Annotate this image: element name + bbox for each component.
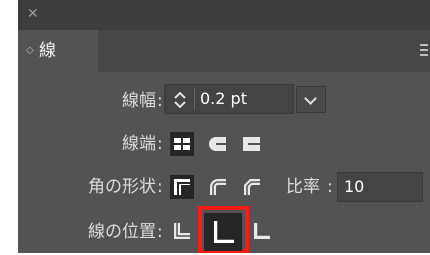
hamburger-menu-icon[interactable] xyxy=(420,44,428,56)
panel-tab-row: ◇ 線 xyxy=(18,30,430,72)
miter-join-icon[interactable] xyxy=(170,175,194,199)
cap-colon: : xyxy=(157,134,163,154)
chevron-down-icon xyxy=(304,92,317,105)
weight-field[interactable]: 0.2 pt xyxy=(164,84,294,114)
bevel-join-icon[interactable] xyxy=(240,175,264,199)
stepper-arrows-icon[interactable] xyxy=(172,89,188,111)
miter-limit-label: 比率 xyxy=(286,177,320,197)
weight-label: 線幅 xyxy=(122,91,156,111)
align-outside-icon[interactable] xyxy=(250,219,274,243)
weight-dropdown-button[interactable] xyxy=(296,86,326,113)
align-center-icon[interactable] xyxy=(170,219,194,243)
round-cap-icon[interactable] xyxy=(206,132,230,156)
miter-limit-field[interactable]: 10 xyxy=(337,172,423,202)
panel-titlebar: ✕ xyxy=(18,0,430,30)
miter-limit-colon: : xyxy=(327,177,333,197)
weight-value: 0.2 pt xyxy=(200,89,247,108)
weight-colon: : xyxy=(157,91,163,111)
close-icon[interactable]: ✕ xyxy=(27,6,39,22)
stepper-divider xyxy=(194,88,195,110)
corner-label: 角の形状 xyxy=(88,177,156,197)
corner-colon: : xyxy=(157,177,163,197)
align-inside-icon[interactable] xyxy=(204,213,242,251)
stroke-panel: ✕ ◇ 線 線幅 : 0.2 pt 線端 : 角の形状: 比率: 10 線の… xyxy=(18,0,430,253)
round-join-icon[interactable] xyxy=(206,175,230,199)
projecting-cap-icon[interactable] xyxy=(240,132,264,156)
tab-stroke[interactable]: ◇ 線 xyxy=(18,30,98,72)
align-label: 線の位置 xyxy=(88,222,156,242)
miter-limit-value: 10 xyxy=(344,177,365,196)
butt-cap-icon[interactable] xyxy=(170,132,194,156)
align-colon: : xyxy=(157,222,163,242)
cap-label: 線端 xyxy=(122,134,156,154)
double-arrow-icon[interactable]: ◇ xyxy=(26,43,34,59)
tab-label: 線 xyxy=(39,41,56,61)
